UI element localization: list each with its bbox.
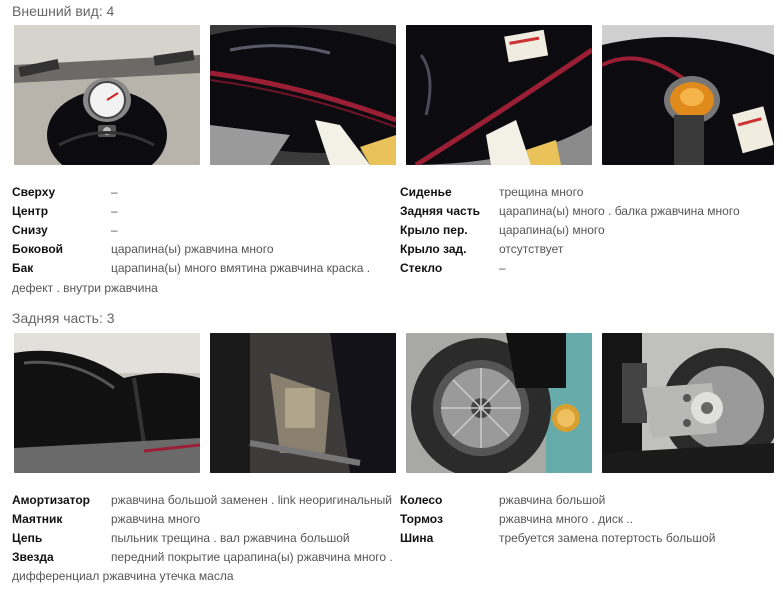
detail-label: Шина (400, 531, 434, 545)
exterior-photo-gallery (14, 25, 774, 165)
rear-wheel-photo-icon (406, 333, 592, 473)
photo-seat[interactable] (14, 333, 200, 473)
detail-label: Сверху (12, 185, 56, 199)
photo-handlebar[interactable] (14, 25, 200, 165)
detail-label: Снизу (12, 223, 48, 237)
detail-value: трещина много (499, 185, 584, 199)
fuel-tank-scratch-photo-icon (406, 25, 592, 165)
detail-label: Задняя часть (400, 204, 480, 218)
exterior-section: Внешний вид: 4 Сверху – Центр – Снизу – … (0, 0, 783, 300)
detail-value: передний покрытие царапина(ы) ржавчина м… (111, 550, 393, 564)
fuel-filler-photo-icon (602, 25, 774, 165)
detail-value: ржавчина большой заменен . link неоригин… (111, 493, 392, 507)
detail-value: пыльник трещина . вал ржавчина большой (111, 531, 350, 545)
detail-value: – (111, 204, 118, 218)
detail-label: Бак (12, 261, 34, 275)
detail-value: – (111, 185, 118, 199)
detail-value: требуется замена потертость большой (499, 531, 716, 545)
detail-continuation: дифференциал ржавчина утечка масла (12, 569, 234, 583)
detail-value: ржавчина много (111, 512, 201, 526)
detail-label: Тормоз (400, 512, 443, 526)
detail-value: царапина(ы) ржавчина много (111, 242, 274, 256)
detail-value: царапина(ы) много . балка ржавчина много (499, 204, 740, 218)
fuel-tank-side-photo-icon (210, 25, 396, 165)
exterior-title: Внешний вид: 4 (12, 3, 115, 19)
detail-value: отсутствует (499, 242, 564, 256)
photo-tank-side[interactable] (210, 25, 396, 165)
detail-value: царапина(ы) много (499, 223, 605, 237)
detail-label: Маятник (12, 512, 63, 526)
detail-label: Стекло (400, 261, 443, 275)
rear-title: Задняя часть: 3 (12, 310, 115, 326)
motorcycle-handlebar-photo-icon (14, 25, 200, 165)
detail-label: Центр (12, 204, 49, 218)
drive-shaft-photo-icon (602, 333, 774, 473)
swingarm-shock-photo-icon (210, 333, 396, 473)
detail-value: – (499, 261, 506, 275)
detail-value: ржавчина много . диск .. (499, 512, 634, 526)
photo-rear-wheel[interactable] (406, 333, 592, 473)
detail-label: Колесо (400, 493, 443, 507)
photo-swingarm[interactable] (210, 333, 396, 473)
detail-label: Крыло зад. (400, 242, 467, 256)
detail-value: царапина(ы) много вмятина ржавчина краск… (111, 261, 371, 275)
photo-fuel-filler[interactable] (602, 25, 774, 165)
photo-tank-scratch[interactable] (406, 25, 592, 165)
detail-label: Сиденье (400, 185, 452, 199)
rear-section: Задняя часть: 3 Амортизатор ржавчина бол… (0, 306, 783, 598)
seat-photo-icon (14, 333, 200, 473)
detail-value: – (111, 223, 118, 237)
detail-label: Крыло пер. (400, 223, 468, 237)
detail-value: ржавчина большой (499, 493, 606, 507)
detail-label: Звезда (12, 550, 54, 564)
detail-label: Амортизатор (12, 493, 90, 507)
rear-photo-gallery (14, 333, 774, 473)
detail-continuation: дефект . внутри ржавчина (12, 281, 158, 295)
photo-drive-shaft[interactable] (602, 333, 774, 473)
detail-label: Цепь (12, 531, 43, 545)
detail-label: Боковой (12, 242, 64, 256)
